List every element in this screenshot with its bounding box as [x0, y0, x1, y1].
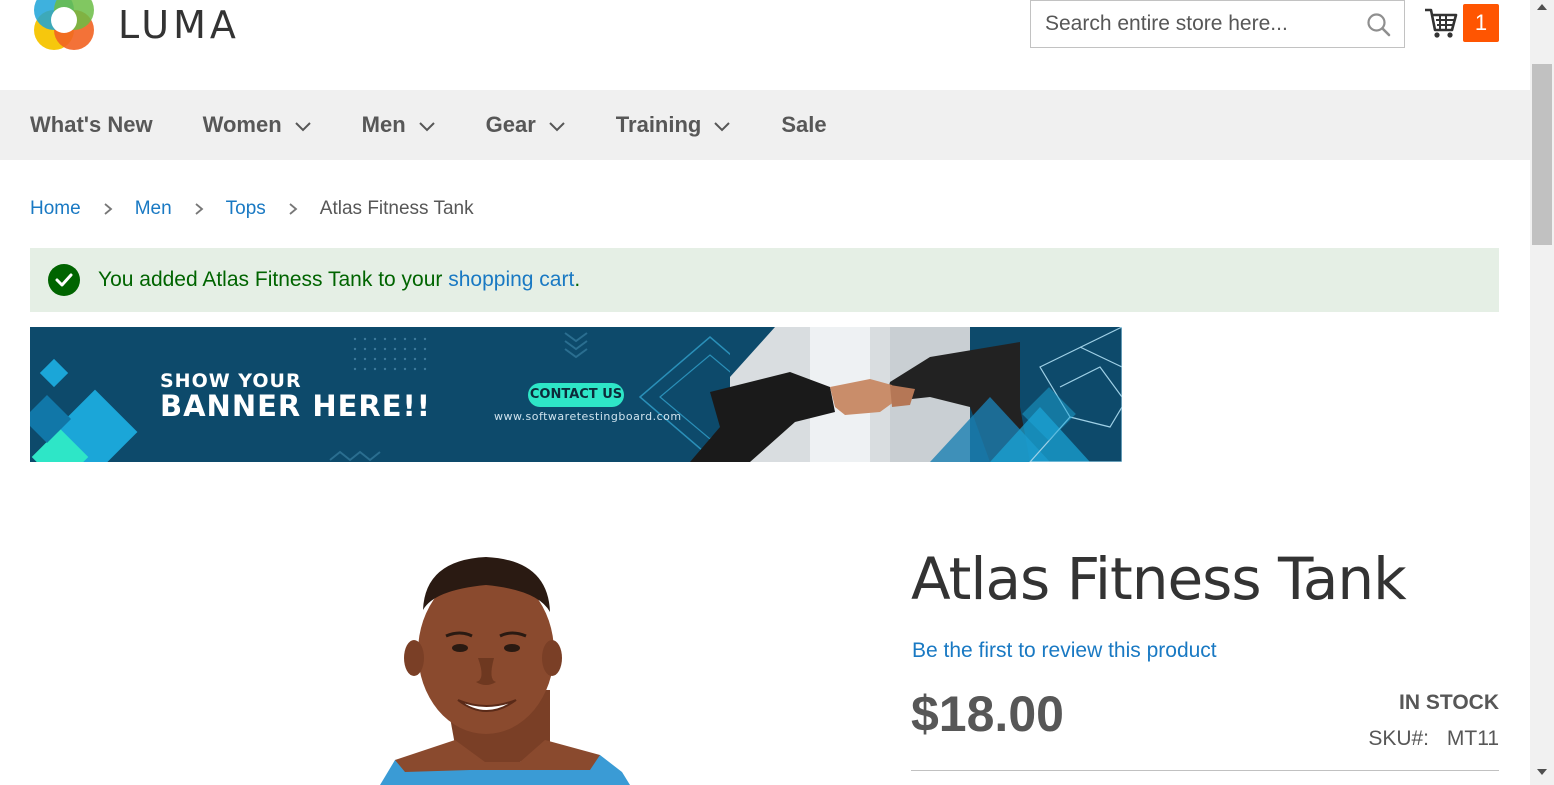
- sku-label: SKU#:: [1368, 727, 1430, 750]
- scrollbar-thumb[interactable]: [1532, 64, 1552, 245]
- breadcrumb: Home Men Tops Atlas Fitness Tank: [30, 198, 474, 220]
- main-navigation: What's New Women Men Gear Training Sale: [0, 90, 1530, 160]
- message-prefix: You added Atlas Fitness Tank to your: [98, 268, 449, 291]
- sku-value: MT11: [1446, 727, 1499, 750]
- breadcrumb-current: Atlas Fitness Tank: [319, 198, 474, 219]
- product-sku: SKU#: MT11: [1368, 727, 1499, 751]
- check-circle-icon: [48, 264, 80, 296]
- chevron-down-icon: [418, 122, 435, 132]
- nav-item-training[interactable]: Training: [616, 112, 732, 138]
- banner-url: www.softwaretestingboard.com: [494, 410, 682, 423]
- shopping-cart-link[interactable]: shopping cart: [448, 268, 574, 291]
- nav-item-sale[interactable]: Sale: [781, 112, 826, 138]
- review-link[interactable]: Be the first to review this product: [912, 639, 1217, 663]
- stock-status: IN STOCK: [1399, 691, 1499, 714]
- chevron-right-icon: [103, 202, 113, 216]
- nav-item-label: Training: [615, 112, 702, 137]
- minicart-button[interactable]: 1: [1424, 4, 1500, 42]
- chevron-down-icon: [549, 122, 565, 132]
- divider: [911, 770, 1499, 771]
- cart-count-badge: 1: [1463, 4, 1499, 42]
- search-input[interactable]: [1045, 12, 1345, 36]
- breadcrumb-tops[interactable]: Tops: [226, 198, 266, 220]
- success-message: You added Atlas Fitness Tank to your sho…: [30, 248, 1499, 312]
- message-suffix: .: [574, 268, 581, 291]
- scroll-down-arrow-icon[interactable]: [1536, 767, 1548, 777]
- nav-item-women[interactable]: Women: [203, 112, 312, 138]
- scroll-up-arrow-icon[interactable]: [1536, 2, 1548, 12]
- breadcrumb-home[interactable]: Home: [30, 198, 81, 220]
- nav-item-gear[interactable]: Gear: [486, 112, 566, 138]
- nav-item-label: What's New: [30, 112, 153, 137]
- product-title: Atlas Fitness Tank: [911, 545, 1407, 613]
- nav-item-label: Men: [361, 112, 406, 137]
- breadcrumb-men[interactable]: Men: [135, 198, 172, 220]
- nav-item-label: Gear: [485, 112, 536, 137]
- banner-contact-button[interactable]: CONTACT US: [528, 383, 624, 407]
- success-message-text: You added Atlas Fitness Tank to your sho…: [98, 268, 580, 292]
- banner-headline-large: BANNER HERE!!: [160, 389, 431, 423]
- cart-icon: [1425, 8, 1458, 38]
- nav-item-label: Sale: [781, 112, 827, 137]
- nav-item-label: Women: [202, 112, 282, 137]
- nav-item-men[interactable]: Men: [362, 112, 436, 138]
- search-box[interactable]: [1030, 0, 1405, 48]
- search-icon[interactable]: [1366, 12, 1392, 38]
- chevron-right-icon: [194, 202, 204, 216]
- product-image[interactable]: [360, 540, 650, 785]
- luma-logo-icon: [34, 0, 94, 50]
- nav-item-whats-new[interactable]: What's New: [30, 112, 153, 138]
- chevron-down-icon: [294, 122, 311, 132]
- store-logo[interactable]: LUMA: [30, 0, 240, 56]
- logo-text: LUMA: [118, 3, 240, 47]
- chevron-right-icon: [288, 202, 298, 216]
- promo-banner[interactable]: SHOW YOUR BANNER HERE!! CONTACT US www.s…: [30, 327, 1122, 462]
- product-page: LUMA 1 What's New Women Men: [0, 0, 1554, 785]
- chevron-down-icon: [714, 122, 731, 132]
- product-price: $18.00: [911, 686, 1064, 742]
